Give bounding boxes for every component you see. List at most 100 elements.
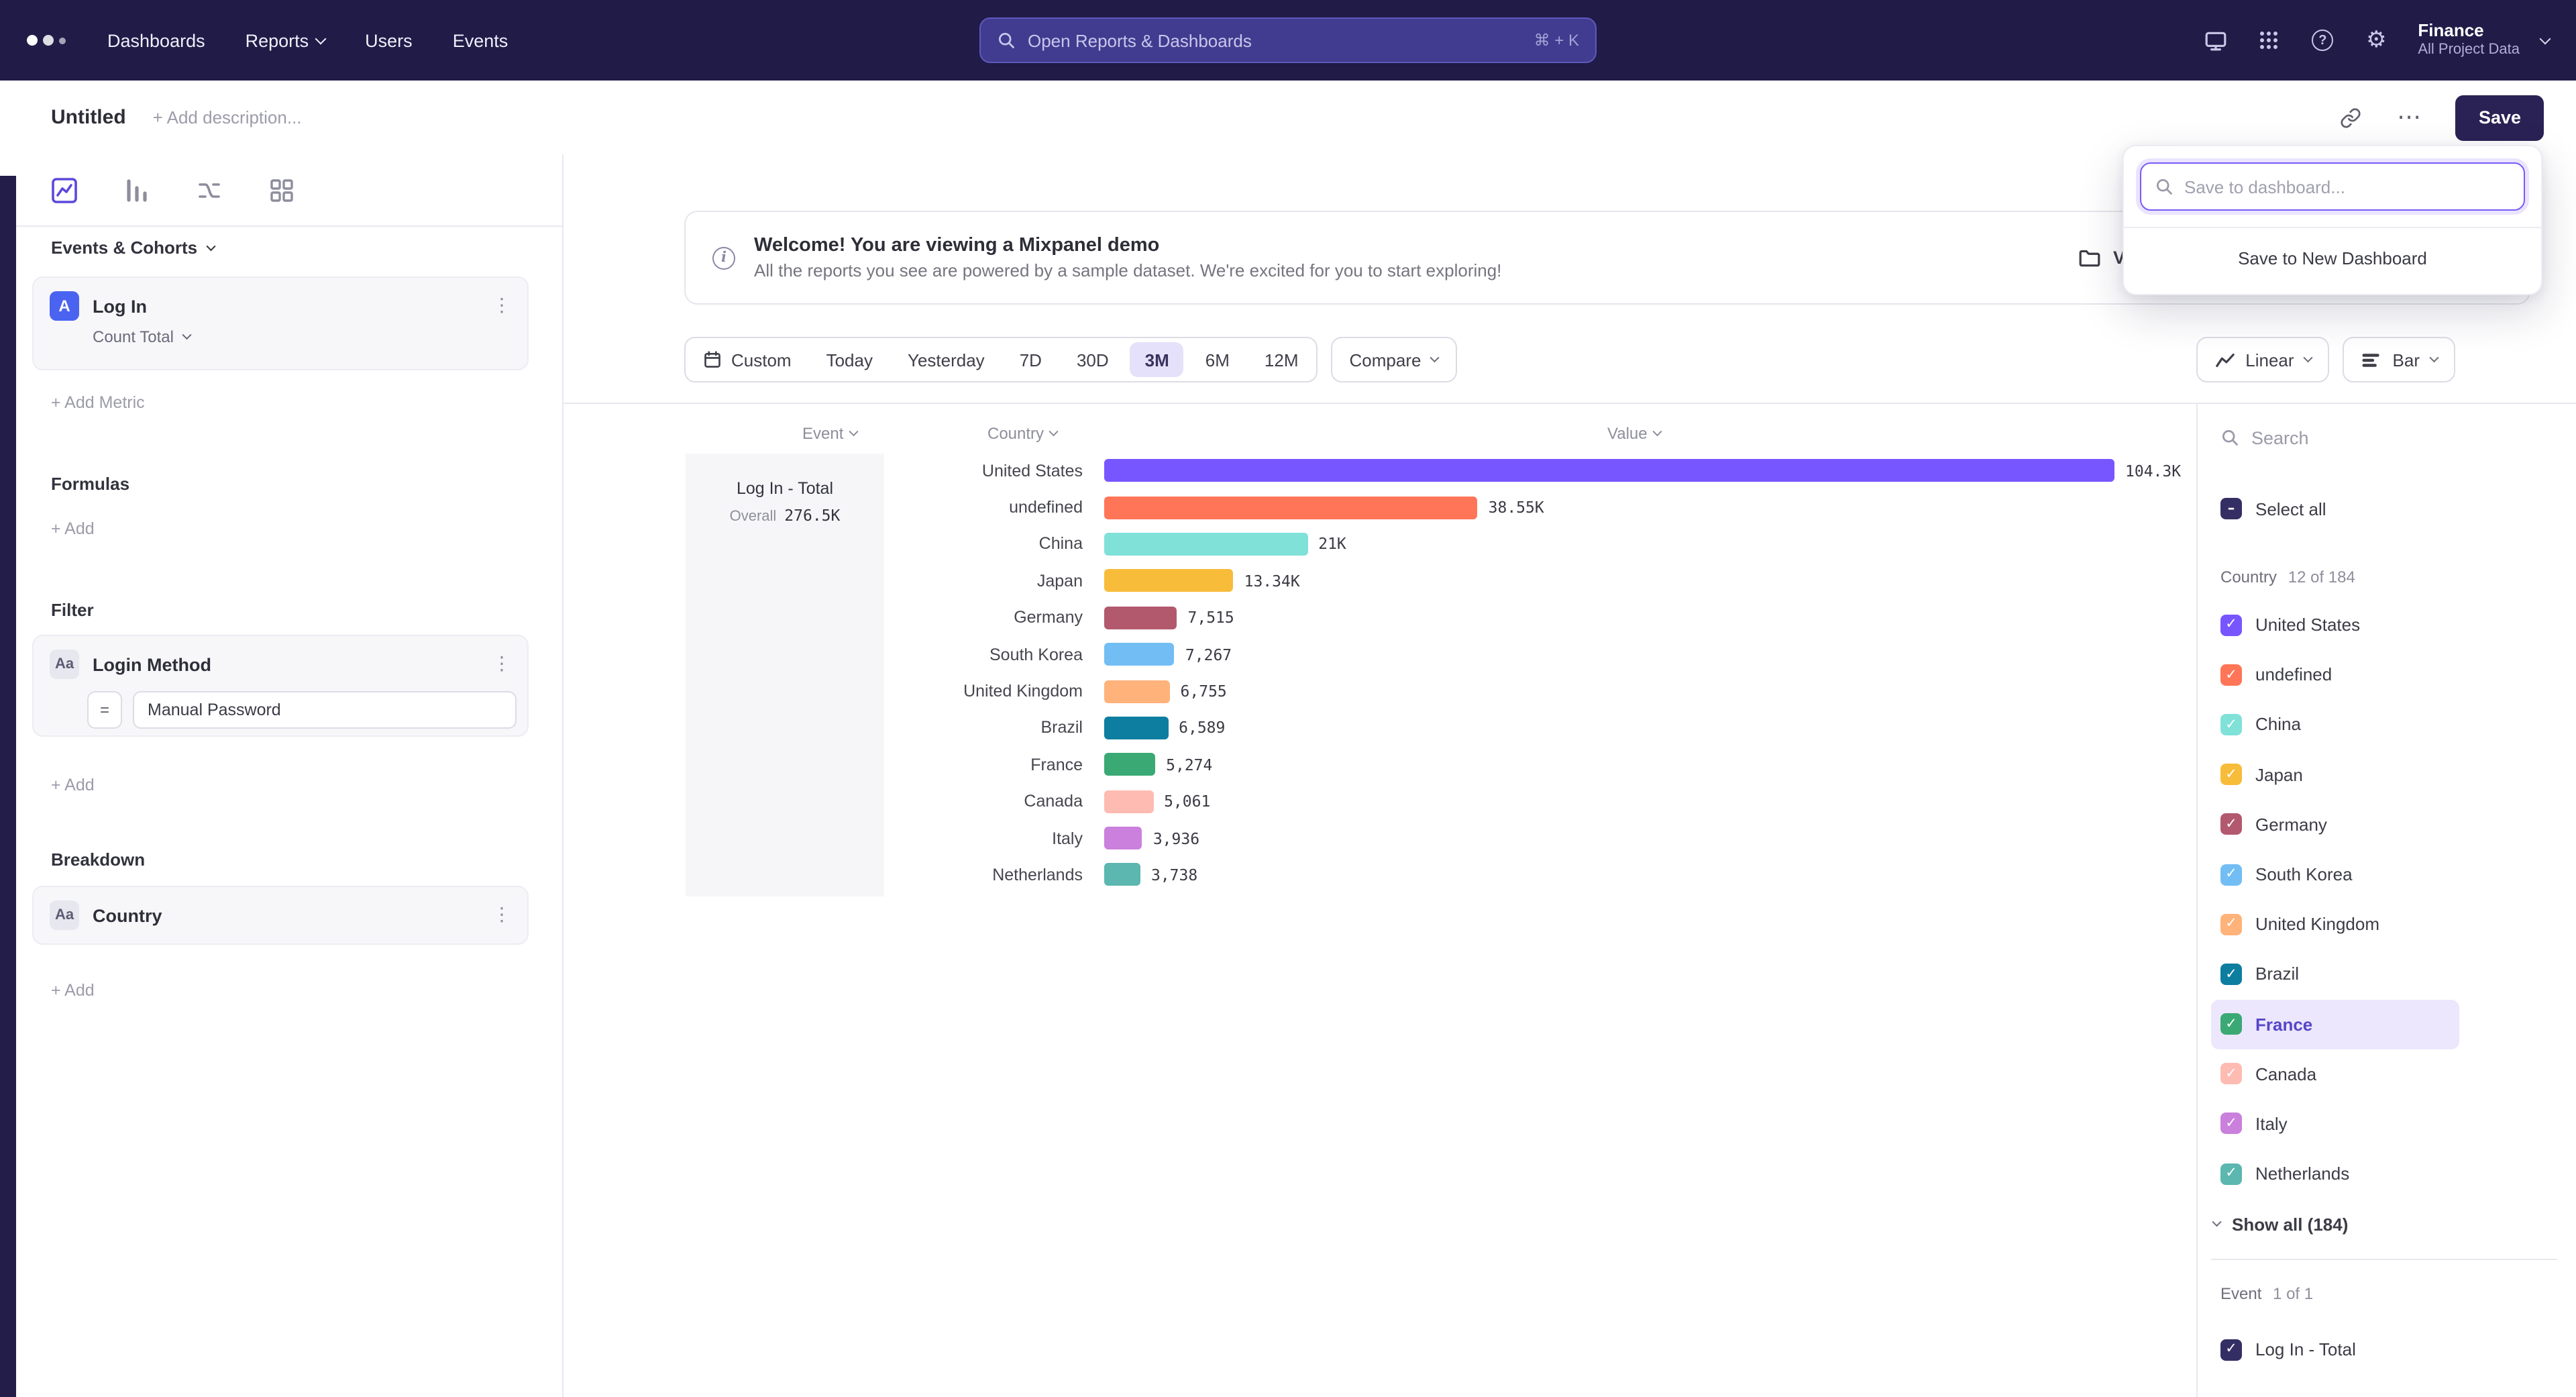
checkbox-checked-icon[interactable]: ✓: [2220, 864, 2242, 885]
event-filter-row[interactable]: ✓ Log In - Total: [2211, 1325, 2459, 1374]
kebab-menu-icon[interactable]: ⋮: [492, 904, 511, 926]
date-range-option[interactable]: Yesterday: [890, 338, 1002, 381]
help-icon[interactable]: ?: [2310, 28, 2334, 52]
country-filter-row[interactable]: ✓ China: [2211, 700, 2459, 749]
bar[interactable]: [1104, 754, 1155, 776]
date-range-option[interactable]: 3M: [1130, 342, 1184, 377]
more-options-icon[interactable]: ⋯: [2397, 111, 2421, 123]
add-filter-button[interactable]: + Add: [51, 776, 95, 794]
events-cohorts-header[interactable]: Events & Cohorts: [51, 238, 214, 258]
bar[interactable]: [1104, 717, 1168, 739]
filter-value-input[interactable]: [133, 691, 517, 729]
bar[interactable]: [1104, 607, 1177, 629]
checkbox-checked-icon[interactable]: ✓: [2220, 1163, 2242, 1184]
checkbox-checked-icon[interactable]: ✓: [2220, 913, 2242, 935]
tab-retention-icon[interactable]: [268, 176, 295, 203]
checkbox-checked-icon[interactable]: ✓: [2220, 1113, 2242, 1135]
date-range-option[interactable]: Custom: [686, 338, 809, 381]
checkbox-indeterminate-icon[interactable]: –: [2220, 498, 2242, 519]
country-filter-row[interactable]: ✓ Brazil: [2211, 949, 2459, 999]
save-dashboard-input[interactable]: [2184, 176, 2510, 197]
date-range-option[interactable]: 7D: [1002, 338, 1059, 381]
chart-type-button[interactable]: Bar: [2343, 337, 2455, 382]
tab-funnels-icon[interactable]: [123, 176, 150, 203]
bar[interactable]: [1104, 864, 1140, 886]
bar[interactable]: [1104, 533, 1307, 556]
country-filter-row[interactable]: ✓ Italy: [2211, 1099, 2459, 1149]
select-all-row[interactable]: – Select all: [2220, 495, 2326, 522]
date-range-option[interactable]: Today: [809, 338, 890, 381]
bar[interactable]: [1104, 680, 1170, 703]
country-filter-row[interactable]: ✓ Germany: [2211, 800, 2459, 849]
metric-event-name[interactable]: Log In: [93, 296, 147, 316]
checkbox-checked-icon[interactable]: ✓: [2220, 1064, 2242, 1085]
show-all-button[interactable]: Show all (184): [2214, 1209, 2348, 1239]
apps-grid-icon[interactable]: [2257, 28, 2281, 52]
bar[interactable]: [1104, 459, 2114, 482]
bar[interactable]: [1104, 643, 1175, 666]
settings-gear-icon[interactable]: ⚙: [2364, 28, 2388, 52]
country-filter-row[interactable]: ✓ Japan: [2211, 749, 2459, 799]
checkbox-checked-icon[interactable]: ✓: [2220, 764, 2242, 785]
bar[interactable]: [1104, 570, 1234, 592]
column-header-event[interactable]: Event: [802, 423, 856, 443]
filter-property-name[interactable]: Login Method: [93, 654, 211, 674]
filter-operator[interactable]: =: [87, 691, 122, 729]
country-filter-row[interactable]: ✓ United Kingdom: [2211, 899, 2459, 949]
date-range-option[interactable]: 30D: [1059, 338, 1126, 381]
add-description-field[interactable]: + Add description...: [153, 107, 302, 127]
add-formula-button[interactable]: + Add: [51, 519, 95, 538]
country-filter-row[interactable]: ✓ Canada: [2211, 1049, 2459, 1098]
nav-events[interactable]: Events: [453, 30, 508, 50]
nav-reports[interactable]: Reports: [246, 30, 325, 50]
country-filter-row[interactable]: ✓ Netherlands: [2211, 1149, 2459, 1198]
tab-flows-icon[interactable]: [196, 176, 223, 203]
save-button[interactable]: Save: [2456, 95, 2544, 140]
checkbox-checked-icon[interactable]: ✓: [2220, 614, 2242, 635]
tab-insights-icon[interactable]: [51, 176, 78, 203]
nav-dashboards[interactable]: Dashboards: [107, 30, 205, 50]
line-type-label: Linear: [2245, 350, 2294, 370]
date-range-option[interactable]: 6M: [1188, 338, 1247, 381]
line-type-button[interactable]: Linear: [2196, 337, 2329, 382]
checkbox-checked-icon[interactable]: ✓: [2220, 814, 2242, 835]
project-switcher[interactable]: Finance All Project Data: [2418, 20, 2520, 60]
bar-category-label: Germany: [564, 609, 1083, 627]
demo-monitor-icon[interactable]: [2203, 28, 2227, 52]
kebab-menu-icon[interactable]: ⋮: [492, 654, 511, 675]
metric-card[interactable]: A Log In ⋮ Count Total: [32, 276, 529, 370]
checkbox-checked-icon[interactable]: ✓: [2220, 1339, 2242, 1360]
breakdown-card[interactable]: Aa Country ⋮: [32, 886, 529, 945]
bar[interactable]: [1104, 496, 1478, 519]
save-dashboard-search[interactable]: [2140, 162, 2525, 211]
breakdown-property-name[interactable]: Country: [93, 905, 162, 925]
checkbox-checked-icon[interactable]: ✓: [2220, 664, 2242, 686]
copy-link-icon[interactable]: [2341, 107, 2362, 128]
date-range-option[interactable]: 12M: [1247, 338, 1316, 381]
checkbox-checked-icon[interactable]: ✓: [2220, 714, 2242, 735]
column-header-country[interactable]: Country: [987, 423, 1057, 443]
filter-card[interactable]: Aa Login Method ⋮ =: [32, 635, 529, 737]
country-filter-row[interactable]: ✓ France: [2211, 999, 2459, 1049]
country-filter-row[interactable]: ✓ undefined: [2211, 650, 2459, 699]
bar[interactable]: [1104, 827, 1142, 849]
add-metric-button[interactable]: + Add Metric: [51, 393, 145, 412]
nav-users[interactable]: Users: [365, 30, 413, 50]
segment-search-input[interactable]: [2251, 427, 2557, 448]
kebab-menu-icon[interactable]: ⋮: [492, 295, 511, 317]
global-search-button[interactable]: Open Reports & Dashboards ⌘ + K: [979, 17, 1597, 63]
report-title[interactable]: Untitled: [51, 106, 126, 129]
bar[interactable]: [1104, 790, 1153, 813]
save-to-new-dashboard-item[interactable]: Save to New Dashboard: [2124, 228, 2541, 287]
mixpanel-logo-icon[interactable]: [27, 35, 78, 46]
aggregation-selector[interactable]: Count Total: [34, 321, 527, 346]
add-breakdown-button[interactable]: + Add: [51, 981, 95, 1000]
segment-search[interactable]: [2220, 420, 2557, 455]
checkbox-checked-icon[interactable]: ✓: [2220, 964, 2242, 985]
checkbox-checked-icon[interactable]: ✓: [2220, 1013, 2242, 1035]
country-filter-row[interactable]: ✓ South Korea: [2211, 849, 2459, 899]
country-filter-row[interactable]: ✓ United States: [2211, 600, 2459, 650]
events-cohorts-label: Events & Cohorts: [51, 238, 197, 258]
compare-button[interactable]: Compare: [1331, 337, 1457, 382]
column-header-value[interactable]: Value: [1607, 423, 1660, 443]
